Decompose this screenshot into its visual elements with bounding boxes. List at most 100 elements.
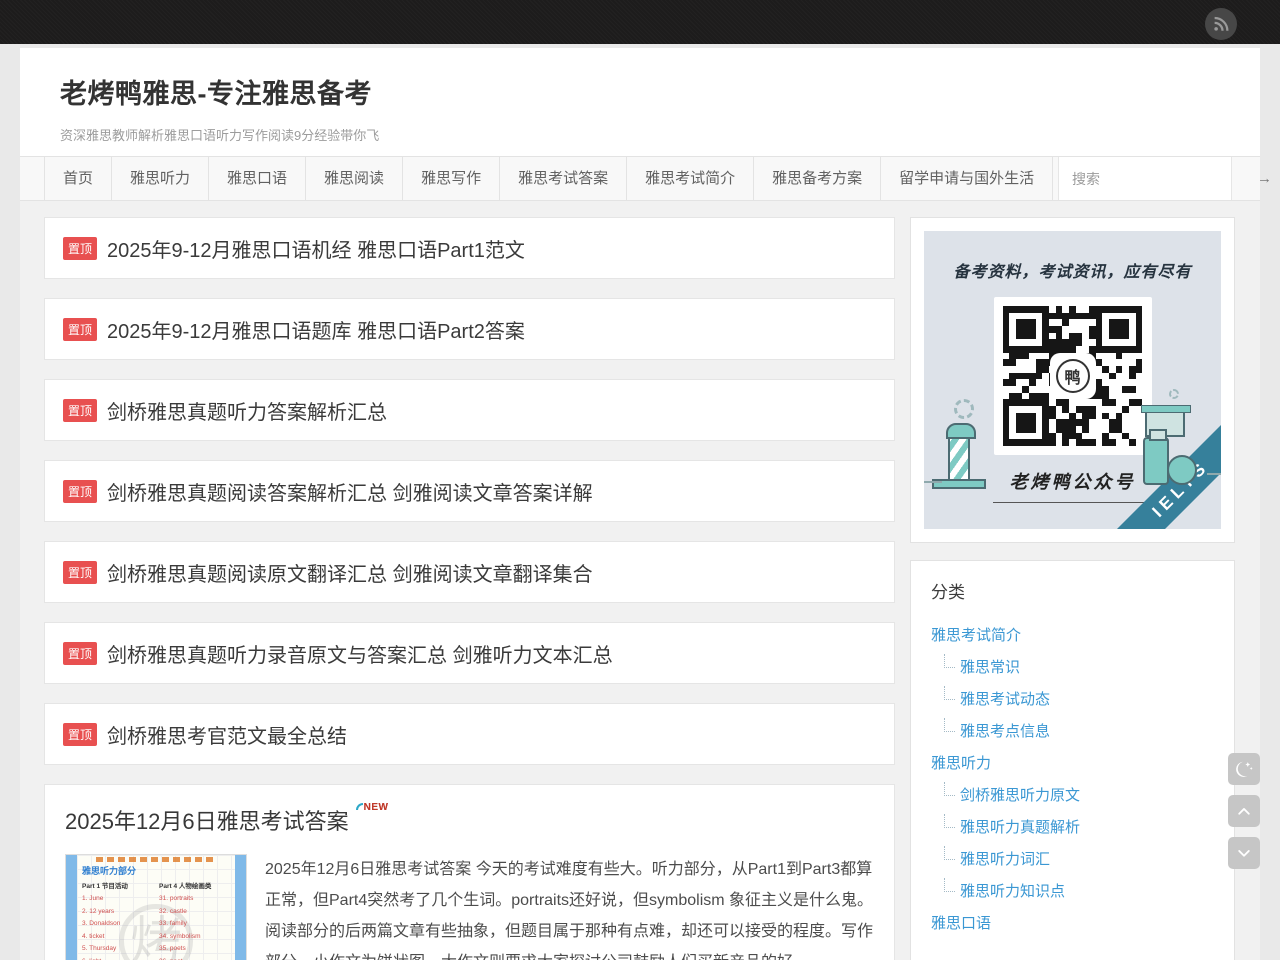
pinned-post-link-6[interactable]: 剑桥雅思真题听力录音原文与答案汇总 剑雅听力文本汇总 <box>107 639 613 668</box>
sidebar: 备考资料，考试资讯，应有尽有 鸭 老烤鸭公众号 IELTS <box>910 217 1235 960</box>
category-speaking: 雅思口语 <box>931 908 1214 940</box>
article-title-link[interactable]: 2025年12月6日雅思考试答案 <box>65 804 349 836</box>
thumbnail-answer-sheet: 雅思听力部分 Part 1 节目活动 1. June2. 12 years3. … <box>77 855 235 960</box>
nav-link-reading[interactable]: 雅思阅读 <box>306 157 402 200</box>
category-exam-news: 雅思考试动态 <box>931 684 1214 716</box>
qr-code-box: 鸭 <box>994 297 1152 455</box>
category-link[interactable]: 雅思听力真题解析 <box>960 819 1080 836</box>
flask-icon <box>1167 455 1197 485</box>
nav-link-exam-answers[interactable]: 雅思考试答案 <box>500 157 626 200</box>
thumbnail-col1-header: Part 1 节目活动 <box>82 880 153 890</box>
site-tagline: 资深雅思教师解析雅思口语听力写作阅读9分经验带你飞 <box>60 125 1260 144</box>
category-link[interactable]: 雅思听力知识点 <box>960 883 1065 900</box>
category-listening-points: 雅思听力知识点 <box>931 876 1214 908</box>
pinned-post-5: 置顶 剑桥雅思真题阅读原文翻译汇总 剑雅阅读文章翻译集合 <box>44 541 895 603</box>
pinned-post-link-2[interactable]: 2025年9-12月雅思口语题库 雅思口语Part2答案 <box>107 315 525 344</box>
nav-item-home: 首页 <box>44 157 112 200</box>
search-form: → <box>1058 157 1232 200</box>
category-link[interactable]: 雅思考试动态 <box>960 691 1050 708</box>
pinned-post-6: 置顶 剑桥雅思真题听力录音原文与答案汇总 剑雅听力文本汇总 <box>44 622 895 684</box>
thumbnail-col2-header: Part 4 人物绘画类 <box>159 880 230 890</box>
article-thumbnail[interactable]: 雅思听力部分 Part 1 节目活动 1. June2. 12 years3. … <box>65 854 247 960</box>
nav-link-exam-intro[interactable]: 雅思考试简介 <box>627 157 753 200</box>
nav-item-exam-answers: 雅思考试答案 <box>500 157 627 200</box>
thumbnail-col2-answers: 31. portraits32. castle33. family34. sym… <box>159 893 230 960</box>
category-link[interactable]: 雅思听力词汇 <box>960 851 1050 868</box>
pinned-post-4: 置顶 剑桥雅思真题阅读答案解析汇总 剑雅阅读文章答案详解 <box>44 460 895 522</box>
qr-slogan: 备考资料，考试资讯，应有尽有 <box>924 258 1221 282</box>
category-link[interactable]: 雅思考点信息 <box>960 723 1050 740</box>
main-nav: 首页 雅思听力 雅思口语 雅思阅读 雅思写作 雅思考试答案 雅思考试简介 雅思备… <box>20 156 1260 201</box>
nav-item-writing: 雅思写作 <box>403 157 500 200</box>
page-container: 老烤鸭雅思-专注雅思备考 资深雅思教师解析雅思口语听力写作阅读9分经验带你飞 首… <box>20 48 1260 960</box>
bottle-icon <box>1143 437 1169 485</box>
scroll-up-button[interactable] <box>1228 795 1260 827</box>
category-link[interactable]: 雅思口语 <box>931 915 991 932</box>
nav-item-speaking: 雅思口语 <box>209 157 306 200</box>
nav-link-speaking[interactable]: 雅思口语 <box>209 157 305 200</box>
thumbnail-right-bar <box>235 855 246 960</box>
pinned-badge: 置顶 <box>63 237 97 260</box>
night-mode-button[interactable] <box>1228 753 1260 785</box>
categories-list: 雅思考试简介 雅思常识 雅思考试动态 雅思考点信息 雅思听力 剑桥雅思听力原文 … <box>931 620 1214 940</box>
pinned-post-1: 置顶 2025年9-12月雅思口语机经 雅思口语Part1范文 <box>44 217 895 279</box>
nav-link-home[interactable]: 首页 <box>45 157 111 200</box>
pinned-post-link-5[interactable]: 剑桥雅思真题阅读原文翻译汇总 剑雅阅读文章翻译集合 <box>107 558 593 587</box>
search-submit-button[interactable]: → <box>1257 170 1280 187</box>
category-link[interactable]: 雅思听力 <box>931 755 991 772</box>
nav-item-reading: 雅思阅读 <box>306 157 403 200</box>
rss-button[interactable] <box>1205 8 1237 40</box>
duck-logo-icon: 鸭 <box>1056 359 1090 393</box>
nav-link-prep-plan[interactable]: 雅思备考方案 <box>754 157 880 200</box>
category-link[interactable]: 剑桥雅思听力原文 <box>960 787 1080 804</box>
qr-underline <box>993 502 1153 503</box>
nav-item-listening: 雅思听力 <box>112 157 209 200</box>
nav-item-study-abroad: 留学申请与国外生活 <box>881 157 1053 200</box>
pinned-post-link-1[interactable]: 2025年9-12月雅思口语机经 雅思口语Part1范文 <box>107 234 525 263</box>
top-bar <box>0 0 1280 44</box>
site-title[interactable]: 老烤鸭雅思-专注雅思备考 <box>60 72 1260 111</box>
category-link[interactable]: 雅思考试简介 <box>931 627 1021 644</box>
nav-link-writing[interactable]: 雅思写作 <box>403 157 499 200</box>
pinned-badge: 置顶 <box>63 723 97 746</box>
thumbnail-clipped-banner <box>96 857 216 862</box>
qr-center-logo: 鸭 <box>1052 355 1094 397</box>
main-column: 置顶 2025年9-12月雅思口语机经 雅思口语Part1范文 置顶 2025年… <box>44 217 895 960</box>
site-header: 老烤鸭雅思-专注雅思备考 资深雅思教师解析雅思口语听力写作阅读9分经验带你飞 <box>20 48 1260 156</box>
category-link[interactable]: 雅思常识 <box>960 659 1020 676</box>
pinned-post-link-3[interactable]: 剑桥雅思真题听力答案解析汇总 <box>107 396 387 425</box>
thumbnail-left-bar <box>66 855 77 960</box>
category-basics: 雅思常识 <box>931 652 1214 684</box>
search-input[interactable] <box>1059 157 1257 200</box>
new-badge: NEW <box>356 802 389 813</box>
gear-icon <box>954 399 974 419</box>
chevron-down-icon <box>1233 842 1255 864</box>
pinned-badge: 置顶 <box>63 561 97 584</box>
category-exam-intro: 雅思考试简介 <box>931 620 1214 652</box>
moon-stars-icon <box>1233 758 1255 780</box>
scroll-down-button[interactable] <box>1228 837 1260 869</box>
article-excerpt: 2025年12月6日雅思考试答案 今天的考试难度有些大。听力部分，从Part1到… <box>265 854 874 960</box>
ground-line-right <box>1207 473 1221 475</box>
pinned-post-7: 置顶 剑桥雅思考官范文最全总结 <box>44 703 895 765</box>
categories-widget: 分类 雅思考试简介 雅思常识 雅思考试动态 雅思考点信息 雅思听力 剑桥雅思听力… <box>910 560 1235 960</box>
wechat-qr-panel[interactable]: 备考资料，考试资讯，应有尽有 鸭 老烤鸭公众号 IELTS <box>924 231 1221 529</box>
pinned-post-3: 置顶 剑桥雅思真题听力答案解析汇总 <box>44 379 895 441</box>
pinned-post-link-7[interactable]: 剑桥雅思考官范文最全总结 <box>107 720 347 749</box>
qr-widget: 备考资料，考试资讯，应有尽有 鸭 老烤鸭公众号 IELTS <box>910 217 1235 543</box>
category-listening: 雅思听力 <box>931 748 1214 780</box>
pinned-badge: 置顶 <box>63 642 97 665</box>
pinned-post-link-4[interactable]: 剑桥雅思真题阅读答案解析汇总 剑雅阅读文章答案详解 <box>107 477 593 506</box>
category-listening-scripts: 剑桥雅思听力原文 <box>931 780 1214 812</box>
content-area: 置顶 2025年9-12月雅思口语机经 雅思口语Part1范文 置顶 2025年… <box>20 201 1260 960</box>
chevron-up-icon <box>1233 800 1255 822</box>
pinned-badge: 置顶 <box>63 318 97 341</box>
thumbnail-section-title: 雅思听力部分 <box>82 864 230 877</box>
new-badge-arc-icon <box>356 803 363 810</box>
nav-link-study-abroad[interactable]: 留学申请与国外生活 <box>881 157 1052 200</box>
new-badge-label: NEW <box>364 802 389 813</box>
category-listening-vocab: 雅思听力词汇 <box>931 844 1214 876</box>
category-test-centers: 雅思考点信息 <box>931 716 1214 748</box>
categories-heading: 分类 <box>931 578 1214 603</box>
nav-link-listening[interactable]: 雅思听力 <box>112 157 208 200</box>
